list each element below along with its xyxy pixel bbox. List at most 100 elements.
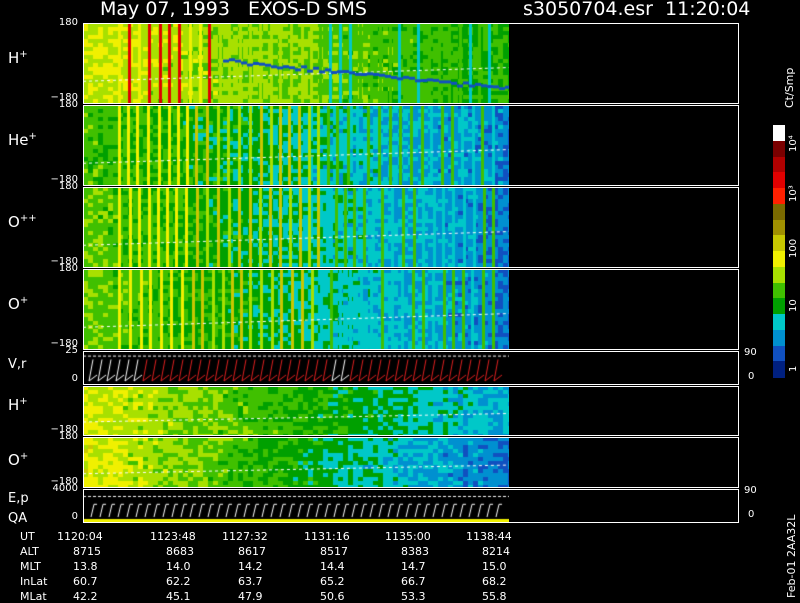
- spectrogram-ep: [83, 489, 509, 523]
- footer-row-label: ALT: [20, 545, 39, 558]
- spectrogram-h1: [83, 23, 509, 104]
- colorbar-segment: [773, 140, 785, 157]
- footer-row-label: UT: [20, 530, 35, 543]
- right-tick-top: 90: [744, 347, 757, 358]
- panel-label-op1: O+: [8, 295, 28, 313]
- y-tick-top: 180: [58, 431, 78, 442]
- footer-cell: 8715: [73, 545, 101, 558]
- colorbar-segment: [773, 172, 785, 189]
- right-tick-bottom: 0: [748, 371, 755, 382]
- side-label: Feb-01 2AA32L: [785, 514, 798, 598]
- colorbar-tick-label: 1: [788, 365, 799, 372]
- footer-cell: 8383: [401, 545, 429, 558]
- chart-title: May 07, 1993 EXOS-D SMS: [100, 0, 367, 20]
- footer-row-label: MLat: [20, 590, 47, 603]
- footer-cell: 14.7: [401, 560, 426, 573]
- colorbar-tick-label: 10⁴: [788, 135, 799, 152]
- footer-cell: 8683: [166, 545, 194, 558]
- right-tick-bottom: 0: [748, 509, 755, 520]
- colorbar-segment: [773, 361, 785, 378]
- footer-cell: 13.8: [73, 560, 98, 573]
- panel-label-h2: H+: [8, 396, 28, 414]
- footer-cell: 60.7: [73, 575, 98, 588]
- panel-label-ep: E,p: [8, 491, 29, 506]
- colorbar-segment: [773, 282, 785, 299]
- spectrogram-vr: [83, 351, 509, 385]
- panel-label-text: E,p: [8, 491, 29, 506]
- panel-h1: [83, 23, 739, 104]
- footer-cell: 66.7: [401, 575, 426, 588]
- footer-cell: 45.1: [166, 590, 191, 603]
- panel-label-text: O: [8, 213, 20, 231]
- panel-label-he: He+: [8, 131, 37, 149]
- panel-label-op2: O+: [8, 451, 28, 469]
- footer-cell: 62.2: [166, 575, 191, 588]
- spectrogram-opp: [83, 187, 509, 268]
- colorbar-segment: [773, 298, 785, 315]
- footer-cell: 1120:04: [57, 530, 103, 543]
- footer-cell: 1138:44: [466, 530, 512, 543]
- panel-label-text: V,r: [8, 357, 27, 372]
- y-tick-top: 180: [58, 263, 78, 274]
- panel-op2: [83, 437, 739, 488]
- panel-opp: [83, 187, 739, 268]
- panel-label-text: H: [8, 49, 20, 67]
- colorbar-segment: [773, 188, 785, 205]
- panel-label-sup: +: [19, 49, 28, 60]
- panel-label-h1: H+: [8, 49, 28, 67]
- colorbar-segment: [773, 219, 785, 236]
- colorbar-tick-label: 10: [788, 299, 799, 312]
- y-tick-top: 180: [58, 181, 78, 192]
- colorbar-unit-label: Ct/Smp: [783, 67, 796, 108]
- colorbar-segment: [773, 314, 785, 331]
- spectrogram-he: [83, 105, 509, 186]
- footer-cell: 47.9: [238, 590, 263, 603]
- footer-cell: 14.4: [320, 560, 345, 573]
- footer-cell: 68.2: [482, 575, 507, 588]
- spectrogram-op1: [83, 269, 509, 350]
- footer-cell: 15.0: [482, 560, 507, 573]
- footer-cell: 63.7: [238, 575, 263, 588]
- panel-label-qa: QA: [8, 511, 28, 526]
- footer-row-label: MLT: [20, 560, 41, 573]
- panel-label-sup: +: [28, 131, 37, 142]
- colorbar-segment: [773, 235, 785, 252]
- colorbar-segment: [773, 156, 785, 173]
- footer-cell: 8214: [482, 545, 510, 558]
- panel-label-opp: O++: [8, 213, 37, 231]
- panel-he: [83, 105, 739, 186]
- colorbar-segment: [773, 329, 785, 346]
- colorbar-segment: [773, 266, 785, 283]
- footer-cell: 1127:32: [222, 530, 268, 543]
- right-tick-top: 90: [744, 485, 757, 496]
- panel-label-text: O: [8, 451, 20, 469]
- footer-cell: 55.8: [482, 590, 507, 603]
- panel-label-vr: V,r: [8, 357, 26, 372]
- colorbar: [773, 125, 785, 378]
- footer-cell: 1135:00: [385, 530, 431, 543]
- footer-cell: 53.3: [401, 590, 426, 603]
- colorbar-segment: [773, 345, 785, 362]
- colorbar-segment: [773, 125, 785, 142]
- panel-label-text: He: [8, 131, 29, 149]
- panel-label-sup: +: [19, 451, 29, 462]
- footer-cell: 1123:48: [150, 530, 196, 543]
- panel-label-text: H: [8, 396, 20, 414]
- y-tick-top: 25: [65, 345, 78, 356]
- y-tick-bottom: 0: [71, 373, 78, 384]
- panel-label-sup: +: [19, 295, 29, 306]
- colorbar-tick-label: 10³: [788, 185, 799, 202]
- colorbar-segment: [773, 203, 785, 220]
- footer-row-label: InLat: [20, 575, 48, 588]
- panel-label-sup: +: [19, 396, 28, 407]
- colorbar-tick-label: 100: [788, 238, 799, 258]
- footer-cell: 8617: [238, 545, 266, 558]
- spectrogram-h2: [83, 386, 509, 436]
- panel-label-text: O: [8, 295, 20, 313]
- y-tick-top: 4000: [52, 483, 78, 494]
- spectrogram-op2: [83, 437, 509, 488]
- panel-ep: [83, 489, 739, 523]
- panel-h2: [83, 386, 739, 436]
- footer-cell: 1131:16: [304, 530, 350, 543]
- file-timestamp: s3050704.esr 11:20:04: [523, 0, 751, 20]
